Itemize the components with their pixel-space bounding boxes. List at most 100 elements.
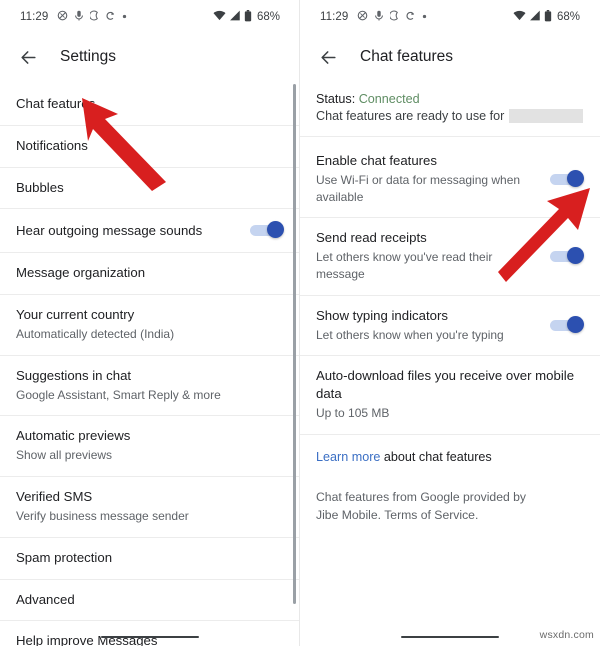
- status-description: Chat features are ready to use for: [316, 109, 584, 123]
- status-label: Status:: [316, 92, 356, 106]
- list-item-subtitle: Use Wi-Fi or data for messaging when ava…: [316, 172, 521, 204]
- list-item[interactable]: Automatic previews Show all previews: [0, 416, 300, 478]
- toggle-switch[interactable]: [550, 315, 584, 335]
- list-item-texts: Advanced: [16, 591, 284, 609]
- list-item-texts: Spam protection: [16, 549, 284, 567]
- screen-divider: [299, 0, 300, 646]
- battery-icon: [244, 9, 252, 25]
- right-phone-screen: 11:29 68% Chat features Status: Connecte…: [300, 0, 600, 646]
- status-time: 11:29: [320, 11, 349, 23]
- list-item-texts: Your current country Automatically detect…: [16, 306, 284, 343]
- list-item[interactable]: Bubbles: [0, 168, 300, 210]
- list-item[interactable]: Send read receipts Let others know you've…: [300, 218, 600, 296]
- list-item[interactable]: Show typing indicators Let others know wh…: [300, 296, 600, 357]
- learn-more-rest: about chat features: [380, 449, 492, 464]
- watermark: wsxdn.com: [539, 629, 594, 641]
- home-indicator-right[interactable]: [401, 636, 499, 638]
- toggle-knob: [267, 221, 284, 239]
- list-item[interactable]: Advanced: [0, 580, 300, 622]
- list-item-title: Spam protection: [16, 549, 113, 565]
- list-item[interactable]: Hear outgoing message sounds: [0, 209, 300, 254]
- list-item[interactable]: Help improve Messages: [0, 621, 300, 646]
- screen-rotate-icon: [105, 10, 116, 24]
- wifi-icon: [513, 10, 526, 24]
- list-item-title: Bubbles: [16, 179, 64, 195]
- list-item-title: Hear outgoing message sounds: [16, 222, 203, 238]
- list-item-texts: Enable chat features Use Wi-Fi or data fo…: [316, 152, 540, 205]
- dot-icon: [122, 12, 127, 22]
- list-item[interactable]: Chat features: [0, 84, 300, 126]
- list-item-texts: Chat features: [16, 95, 284, 113]
- status-badge: Status: Connected: [316, 92, 584, 106]
- list-item[interactable]: Auto-download files you receive over mob…: [300, 356, 600, 433]
- list-item-texts: Help improve Messages: [16, 632, 284, 646]
- crescent-moon-icon: [389, 10, 399, 24]
- chat-features-list: Enable chat features Use Wi-Fi or data fo…: [300, 137, 600, 434]
- status-time: 11:29: [20, 11, 49, 23]
- list-item-title: Message organization: [16, 265, 146, 281]
- toggle-switch[interactable]: [550, 169, 584, 189]
- list-item-subtitle: Verify business message sender: [16, 508, 189, 523]
- list-item-subtitle: Up to 105 MB: [316, 406, 390, 421]
- mute-icon: [57, 10, 68, 24]
- list-item-texts: Auto-download files you receive over mob…: [316, 367, 584, 421]
- list-item-texts: Show typing indicators Let others know wh…: [316, 307, 540, 344]
- status-bar-right: 11:29 68%: [300, 0, 600, 34]
- list-item[interactable]: Verified SMS Verify business message send…: [0, 477, 300, 538]
- battery-percent: 68%: [256, 11, 280, 23]
- list-item[interactable]: Enable chat features Use Wi-Fi or data fo…: [300, 141, 600, 219]
- connection-status-block: Status: Connected Chat features are read…: [300, 80, 600, 137]
- status-bar-left: 11:29 68%: [0, 0, 300, 34]
- list-item-texts: Message organization: [16, 264, 284, 282]
- vertical-scrollbar[interactable]: [293, 84, 296, 604]
- home-indicator-left[interactable]: [101, 636, 199, 638]
- toggle-switch[interactable]: [550, 246, 584, 266]
- redacted-phone-number: [509, 109, 584, 123]
- footnote-text: Chat features from Google provided by Ji…: [316, 489, 527, 522]
- status-notification-icons: [57, 10, 127, 24]
- battery-percent: 68%: [556, 11, 580, 23]
- page-title: Settings: [60, 48, 117, 65]
- list-item-subtitle: Let others know when you're typing: [316, 327, 504, 342]
- list-item-title: Send read receipts: [316, 230, 427, 246]
- list-item-title: Suggestions in chat: [16, 367, 132, 383]
- back-arrow-icon[interactable]: [16, 45, 40, 69]
- screen-rotate-icon: [405, 10, 416, 24]
- list-item-texts: Notifications: [16, 137, 284, 155]
- list-item-title: Auto-download files you receive over mob…: [316, 368, 575, 402]
- list-item-texts: Verified SMS Verify business message send…: [16, 488, 284, 525]
- battery-icon: [544, 9, 552, 25]
- list-item-subtitle: Show all previews: [16, 448, 113, 463]
- list-item-title: Verified SMS: [16, 489, 93, 505]
- list-item-texts: Send read receipts Let others know you've…: [316, 229, 540, 282]
- list-item-title: Enable chat features: [316, 153, 437, 168]
- settings-list: Chat features Notifications Bubbles Hear ou…: [0, 80, 300, 646]
- dual-screenshot: 11:29 68% Settings Chat features Notific…: [0, 0, 600, 646]
- list-item-subtitle: Automatically detected (India): [16, 327, 175, 342]
- status-description-text: Chat features are ready to use for: [316, 109, 505, 123]
- toggle-switch[interactable]: [250, 220, 284, 240]
- list-item-texts: Automatic previews Show all previews: [16, 427, 284, 464]
- list-item-title: Your current country: [16, 307, 135, 323]
- list-item[interactable]: Spam protection: [0, 538, 300, 580]
- signal-icon: [529, 10, 541, 24]
- status-system-icons: 68%: [513, 9, 580, 25]
- back-arrow-icon[interactable]: [316, 45, 340, 69]
- list-item-texts: Suggestions in chat Google Assistant, Sma…: [16, 367, 284, 404]
- left-phone-screen: 11:29 68% Settings Chat features Notific…: [0, 0, 300, 646]
- toggle-knob: [567, 169, 584, 187]
- app-bar-right: Chat features: [300, 34, 600, 80]
- learn-more-link[interactable]: Learn more: [316, 450, 380, 464]
- dot-icon: [422, 12, 427, 22]
- list-item[interactable]: Suggestions in chat Google Assistant, Sma…: [0, 356, 300, 417]
- do-not-disturb-icon: [374, 10, 384, 24]
- list-item-title: Notifications: [16, 137, 88, 153]
- learn-more-row: Learn more about chat features: [300, 435, 600, 479]
- list-item[interactable]: Message organization: [0, 253, 300, 296]
- list-item[interactable]: Your current country Automatically detect…: [0, 295, 300, 356]
- crescent-moon-icon: [89, 10, 99, 24]
- list-item-subtitle: Let others know you've read their messag…: [316, 250, 493, 282]
- list-item-texts: Bubbles: [16, 179, 284, 197]
- list-item[interactable]: Notifications: [0, 126, 300, 168]
- list-item-subtitle: Google Assistant, Smart Reply & more: [16, 387, 221, 402]
